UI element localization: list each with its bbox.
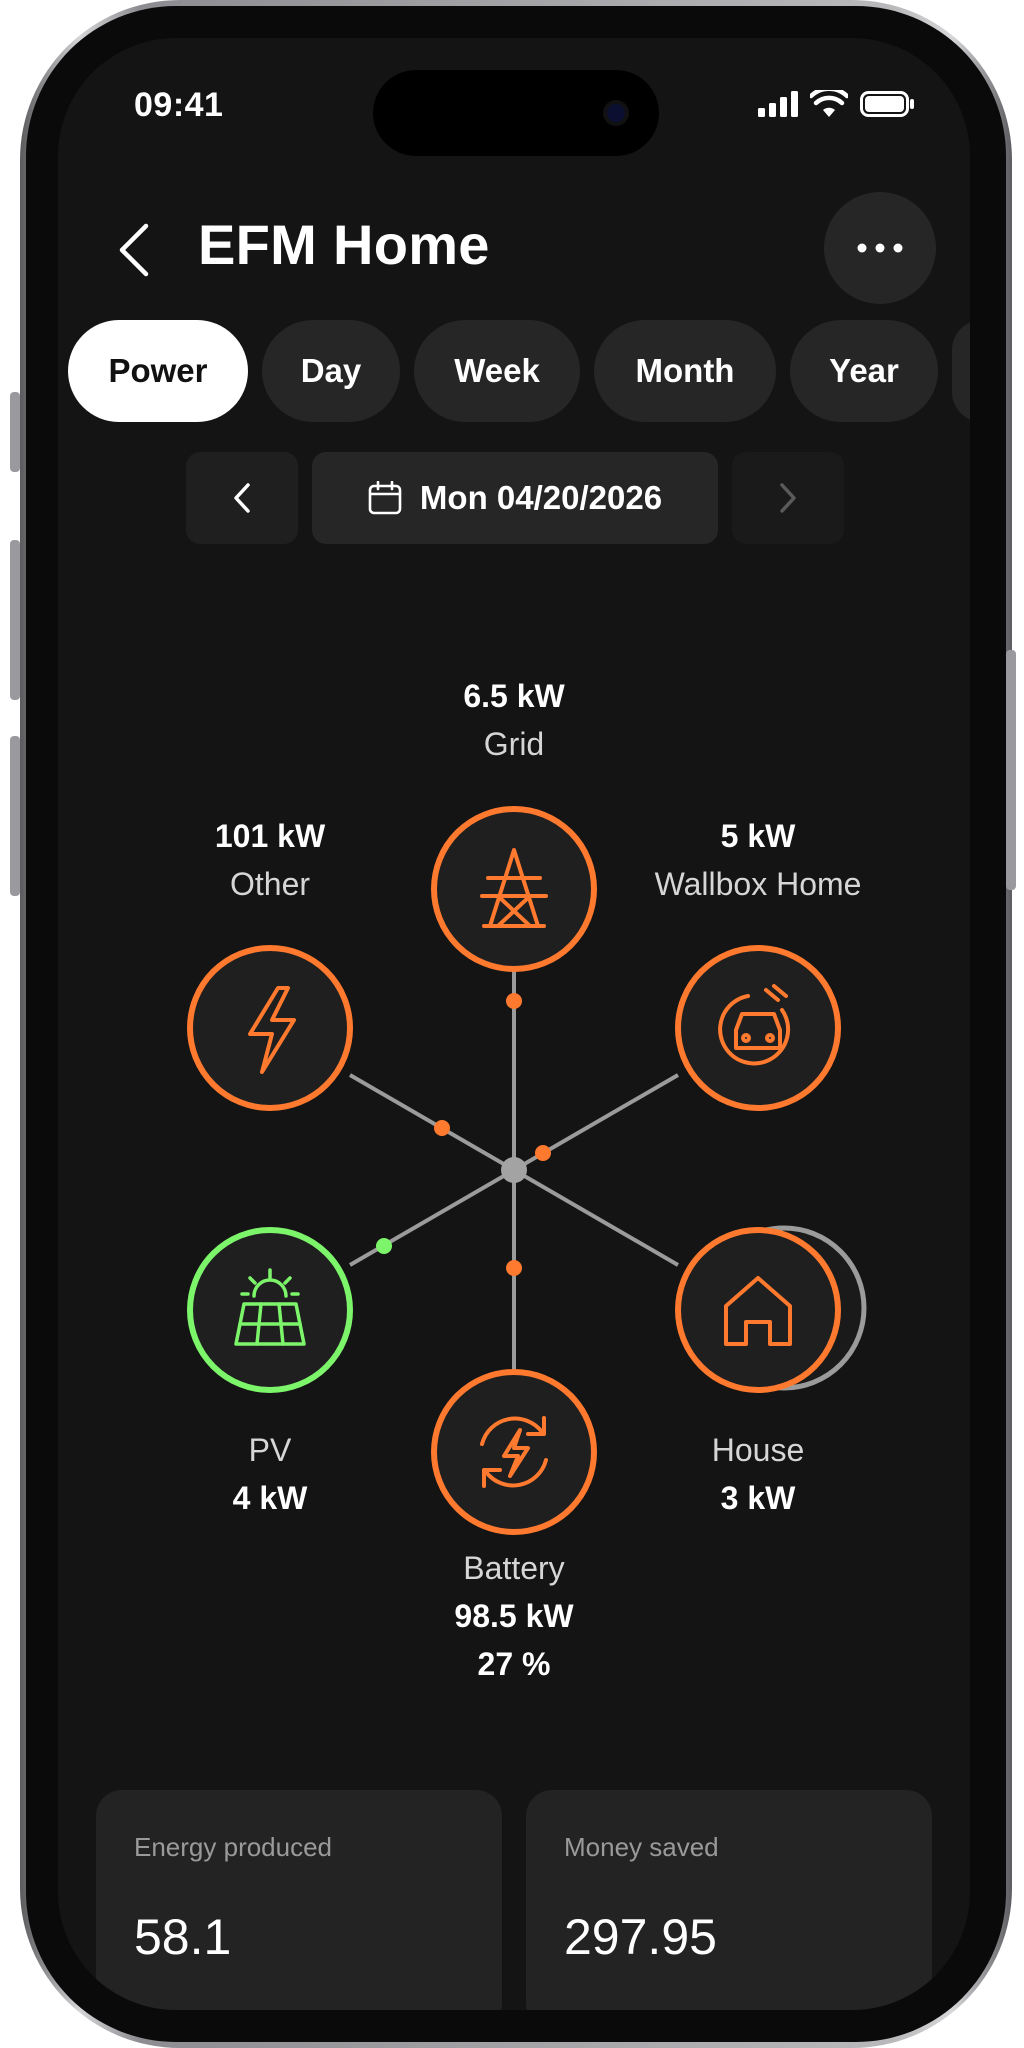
flow-line-house <box>512 1168 680 1267</box>
flow-dot-other <box>434 1120 450 1136</box>
wallbox-node[interactable] <box>675 945 841 1111</box>
flow-dot-battery <box>506 1260 522 1276</box>
energy-produced-value: 58.1 <box>134 1909 232 1965</box>
house-node[interactable] <box>675 1225 867 1393</box>
flow-line-pv <box>348 1168 516 1267</box>
wallbox-name: Wallbox Home <box>654 866 862 902</box>
battery-power-value: 98.5 kW <box>454 1598 574 1634</box>
grid-node[interactable] <box>431 806 597 972</box>
other-node[interactable] <box>187 945 353 1111</box>
pv-node[interactable] <box>187 1227 353 1393</box>
battery-node[interactable] <box>431 1369 597 1535</box>
grid-label: 6.5 kW Grid <box>463 672 564 768</box>
flow-hub <box>501 1157 527 1183</box>
flow-line-other <box>348 1073 516 1172</box>
battery-name: Battery <box>463 1550 565 1586</box>
app-screen: 09:41 EFM Home Power Day Week Month Year… <box>58 38 970 2010</box>
wallbox-power-value: 5 kW <box>720 818 796 854</box>
pv-name: PV <box>248 1432 292 1468</box>
energy-produced-card[interactable]: Energy produced 58.1 <box>96 1790 502 2010</box>
grid-name: Grid <box>483 726 545 762</box>
flow-dot-wallbox <box>535 1145 551 1161</box>
flow-dot-grid <box>506 993 522 1009</box>
volume-down-button <box>10 736 20 896</box>
money-saved-label: Money saved <box>564 1832 719 1862</box>
energy-flow-diagram <box>187 806 867 1535</box>
other-label: 101 kW Other <box>215 812 325 908</box>
wallbox-label: 5 kW Wallbox Home <box>655 812 862 908</box>
money-saved-card[interactable]: Money saved 297.95 <box>526 1790 932 2010</box>
power-button <box>1006 650 1016 890</box>
pv-power-value: 4 kW <box>232 1480 308 1516</box>
flow-dot-pv <box>376 1238 392 1254</box>
energy-produced-label: Energy produced <box>134 1832 333 1862</box>
house-power-value: 3 kW <box>720 1480 796 1516</box>
grid-power-value: 6.5 kW <box>463 678 565 714</box>
action-button <box>10 392 20 472</box>
other-power-value: 101 kW <box>214 818 326 854</box>
house-name: House <box>711 1432 805 1468</box>
money-saved-value: 297.95 <box>564 1909 717 1965</box>
house-label: House 3 kW <box>712 1426 805 1522</box>
volume-up-button <box>10 540 20 700</box>
battery-charge-percent: 27 % <box>477 1646 551 1682</box>
pv-label: PV 4 kW <box>233 1426 308 1522</box>
battery-label: Battery 98.5 kW 27 % <box>454 1544 573 1688</box>
other-name: Other <box>229 866 311 902</box>
